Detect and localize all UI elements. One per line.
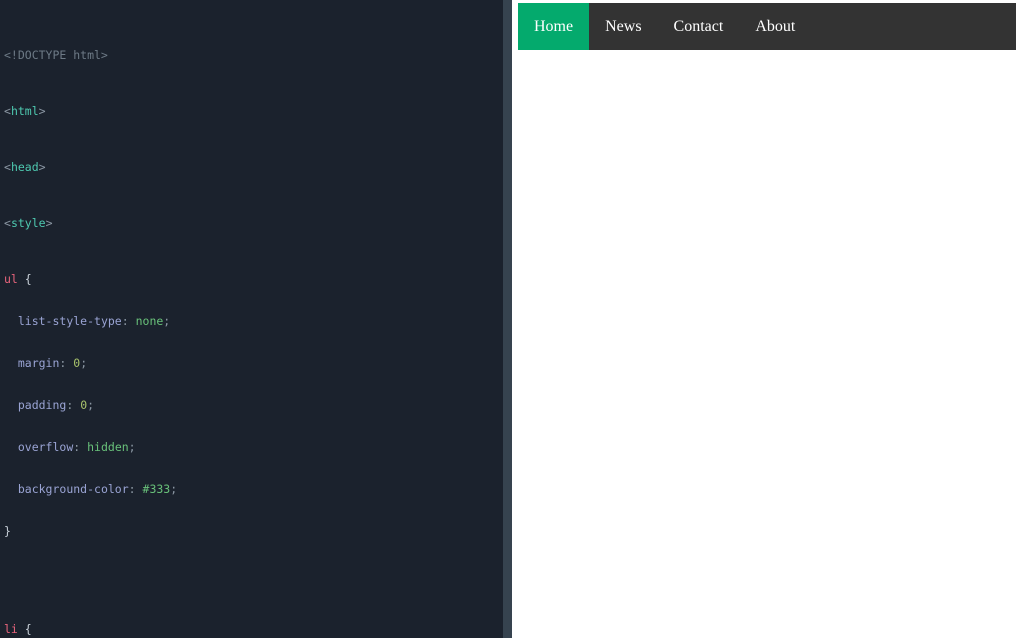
nav-item-about[interactable]: About [739, 3, 811, 50]
navigation-bar: Home News Contact About [518, 3, 1016, 50]
code-line: li { [4, 622, 503, 636]
code-editor-text[interactable]: <!DOCTYPE html> <html> <head> <style> ul… [0, 0, 503, 638]
code-token-punct: > [39, 160, 46, 174]
code-token-tag: style [11, 216, 46, 230]
code-line: list-style-type: none; [4, 314, 503, 328]
code-token-property: overflow [18, 440, 73, 454]
code-token-punct: > [39, 104, 46, 118]
code-token-tag: head [11, 160, 39, 174]
code-token-punct: : [129, 482, 136, 496]
code-token-punct: < [4, 104, 11, 118]
code-token-selector: ul [4, 272, 18, 286]
code-token-punct: < [4, 160, 11, 174]
nav-item-contact[interactable]: Contact [658, 3, 740, 50]
code-line: background-color: #333; [4, 482, 503, 496]
code-token-property: margin [18, 356, 60, 370]
code-line: } [4, 524, 503, 538]
code-token-property: list-style-type [18, 314, 122, 328]
code-line: margin: 0; [4, 356, 503, 370]
code-token-color-value: #333 [143, 482, 171, 496]
code-line: <head> [4, 160, 503, 174]
code-token-punct: < [4, 216, 11, 230]
code-token-punct: ; [163, 314, 170, 328]
code-token-punct: : [59, 356, 66, 370]
code-line: <!DOCTYPE html> [4, 48, 503, 62]
code-token-property: padding [18, 398, 66, 412]
code-token-value: none [136, 314, 164, 328]
code-token-punct: : [66, 398, 73, 412]
code-token-brace: { [25, 272, 32, 286]
code-line: <style> [4, 216, 503, 230]
code-token-punct: : [122, 314, 129, 328]
code-token-selector: li [4, 622, 18, 636]
nav-list: Home News Contact About [518, 3, 1016, 50]
code-token-punct: ; [87, 398, 94, 412]
code-token-doctype: <!DOCTYPE html> [4, 48, 108, 62]
code-token-punct: ; [170, 482, 177, 496]
code-token-punct: : [73, 440, 80, 454]
nav-link-home[interactable]: Home [518, 3, 589, 50]
code-token-punct: > [46, 216, 53, 230]
code-token-punct: ; [80, 356, 87, 370]
code-line: padding: 0; [4, 398, 503, 412]
code-line: ul { [4, 272, 503, 286]
nav-item-home[interactable]: Home [518, 3, 589, 50]
code-token-property: background-color [18, 482, 129, 496]
code-token-tag: html [11, 104, 39, 118]
code-editor-pane[interactable]: <!DOCTYPE html> <html> <head> <style> ul… [0, 0, 512, 638]
code-line: <html> [4, 104, 503, 118]
code-token-brace: { [25, 622, 32, 636]
preview-pane: Home News Contact About [512, 0, 1016, 640]
nav-link-about[interactable]: About [739, 3, 811, 50]
nav-link-contact[interactable]: Contact [658, 3, 740, 50]
editor-vertical-scrollbar[interactable] [503, 0, 512, 638]
code-token-punct: ; [129, 440, 136, 454]
code-token-brace: } [4, 524, 11, 538]
nav-item-news[interactable]: News [589, 3, 657, 50]
code-line-blank [4, 566, 503, 580]
nav-link-news[interactable]: News [589, 3, 657, 50]
code-line: overflow: hidden; [4, 440, 503, 454]
code-token-value: hidden [87, 440, 129, 454]
code-preview-app: <!DOCTYPE html> <html> <head> <style> ul… [0, 0, 1016, 640]
